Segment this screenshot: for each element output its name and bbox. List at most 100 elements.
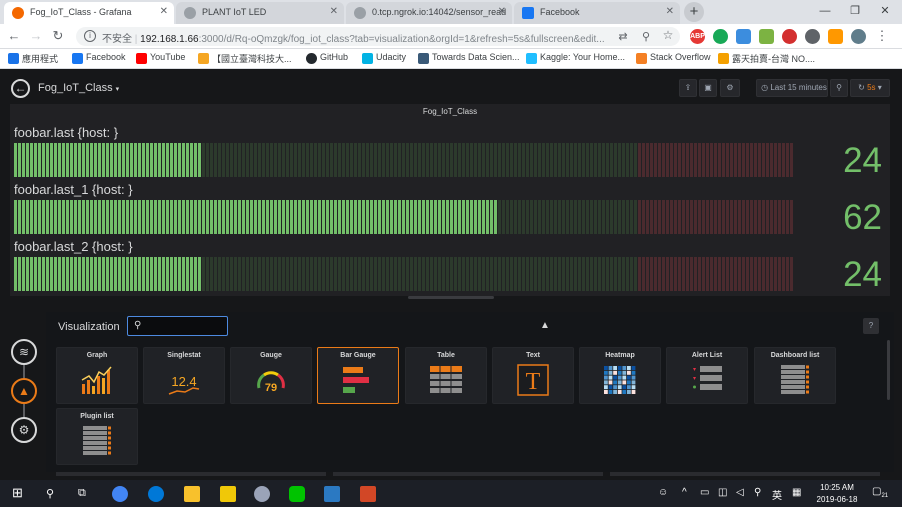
- adblock-icon[interactable]: ABP: [690, 29, 705, 44]
- bookmark-apps[interactable]: 應用程式: [8, 52, 58, 65]
- viz-card-alert-list[interactable]: Alert List: [666, 347, 748, 404]
- file-explorer-icon[interactable]: [184, 486, 200, 502]
- chrome-taskbar-icon[interactable]: [112, 486, 128, 502]
- extension-icon[interactable]: [736, 29, 751, 44]
- panel-title[interactable]: Fog_IoT_Class: [10, 107, 890, 116]
- bookmark-facebook[interactable]: Facebook: [72, 52, 126, 64]
- new-tab-button[interactable]: +: [684, 2, 704, 22]
- close-tab-icon[interactable]: ✕: [330, 6, 338, 17]
- bookmark-towards-data-science[interactable]: Towards Data Scien...: [418, 52, 520, 64]
- gauge-segment: [570, 257, 573, 291]
- people-icon[interactable]: ☺: [658, 487, 668, 498]
- gauge-segment: [514, 257, 517, 291]
- gauge-segment: [638, 143, 641, 177]
- viz-card-text[interactable]: Text T: [492, 347, 574, 404]
- gauge-segment: [526, 143, 529, 177]
- queries-database-icon[interactable]: ≋: [11, 339, 37, 365]
- bookmark-ruten[interactable]: 露天拍賣-台灣 NO....: [718, 52, 815, 65]
- gauge-segment: [330, 143, 333, 177]
- extension-icon[interactable]: [828, 29, 843, 44]
- sticky-notes-icon[interactable]: [220, 486, 236, 502]
- bookmark-stack-overflow[interactable]: Stack Overflow: [636, 52, 711, 64]
- search-icon[interactable]: ⚲: [46, 487, 54, 500]
- volume-icon[interactable]: ◁: [736, 487, 744, 498]
- bookmark-kaggle[interactable]: Kaggle: Your Home...: [526, 52, 625, 64]
- gauge-segment: [270, 200, 273, 234]
- viz-card-graph[interactable]: Graph: [56, 347, 138, 404]
- time-picker-button[interactable]: ◷ Last 15 minutes: [756, 79, 828, 97]
- close-window-icon[interactable]: ✕: [870, 0, 900, 22]
- network-icon[interactable]: ◫: [718, 487, 727, 498]
- options-section-header[interactable]: [333, 472, 603, 476]
- info-icon[interactable]: i: [84, 30, 96, 42]
- settings-gear-icon[interactable]: ⚙: [720, 79, 740, 97]
- zoom-out-icon[interactable]: ⚲: [830, 79, 848, 97]
- back-arrow-icon[interactable]: ←: [6, 28, 22, 43]
- share-icon[interactable]: ⇪: [679, 79, 697, 97]
- save-icon[interactable]: ▣: [699, 79, 717, 97]
- edge-taskbar-icon[interactable]: [148, 486, 164, 502]
- refresh-button[interactable]: ↻ 5s ▾: [850, 79, 890, 97]
- bookmark-ntust[interactable]: 【國立臺灣科技大...: [198, 52, 292, 65]
- help-button[interactable]: ?: [863, 318, 879, 334]
- tab-plant-iot-led[interactable]: PLANT IoT LED ✕: [176, 2, 344, 24]
- back-to-dashboard-icon[interactable]: ←: [11, 79, 30, 98]
- battery-icon[interactable]: ▭: [700, 487, 709, 498]
- visualization-search-input[interactable]: ⚲: [127, 316, 228, 336]
- options-section-header[interactable]: [610, 472, 880, 476]
- viz-card-gauge[interactable]: Gauge 79: [230, 347, 312, 404]
- options-section-header[interactable]: [56, 472, 326, 476]
- close-tab-icon[interactable]: ✕: [160, 6, 168, 17]
- close-tab-icon[interactable]: ✕: [498, 6, 506, 17]
- gauge-segment: [382, 143, 385, 177]
- translate-icon[interactable]: ⇄: [615, 30, 631, 43]
- viz-card-table[interactable]: Table: [405, 347, 487, 404]
- search-icon[interactable]: ⚲: [638, 30, 654, 43]
- panel-resize-handle[interactable]: [408, 296, 494, 299]
- keyboard-icon[interactable]: ▦: [792, 487, 801, 498]
- viz-card-singlestat[interactable]: Singlestat 12.4: [143, 347, 225, 404]
- ime-language[interactable]: 英: [772, 487, 782, 502]
- extension-icon[interactable]: [805, 29, 820, 44]
- powerpoint-icon[interactable]: [360, 486, 376, 502]
- viz-card-dashboard-list[interactable]: Dashboard list: [754, 347, 836, 404]
- general-gear-icon[interactable]: ⚙: [11, 417, 37, 443]
- tab-facebook[interactable]: Facebook ✕: [514, 2, 680, 24]
- dashboard-title[interactable]: Fog_IoT_Class ▾: [38, 82, 119, 94]
- show-hidden-icons-chevron-up-icon[interactable]: ^: [682, 487, 687, 498]
- picker-scrollbar[interactable]: [887, 340, 890, 400]
- viz-card-heatmap[interactable]: Heatmap: [579, 347, 661, 404]
- action-center-icon[interactable]: ▢21: [872, 486, 888, 499]
- bookmark-youtube[interactable]: YouTube: [136, 52, 185, 64]
- gauge-segment: [294, 143, 297, 177]
- gauge-segment: [334, 257, 337, 291]
- star-icon[interactable]: ☆: [660, 28, 676, 42]
- app-taskbar-icon[interactable]: [254, 486, 270, 502]
- input-method-icon[interactable]: ⚲: [754, 487, 761, 498]
- reload-icon[interactable]: ↻: [50, 28, 66, 44]
- menu-icon[interactable]: ⋮: [874, 28, 890, 44]
- minimize-icon[interactable]: —: [810, 0, 840, 22]
- windows-start-icon[interactable]: ⊞: [12, 485, 23, 501]
- extension-icon[interactable]: [713, 29, 728, 44]
- url-field[interactable]: i 不安全 | 192.168.1.66:3000/d/Rq-oQmzgk/fo…: [76, 27, 680, 46]
- tab-grafana[interactable]: Fog_IoT_Class - Grafana ✕: [4, 2, 174, 24]
- visualization-chart-icon[interactable]: ▲: [11, 378, 37, 404]
- collapse-chevron-up-icon[interactable]: ▲: [540, 320, 550, 331]
- viz-card-plugin-list[interactable]: Plugin list: [56, 408, 138, 465]
- taskbar-clock[interactable]: 10:25 AM 2019-06-18: [812, 482, 862, 506]
- vpn-shield-icon[interactable]: [782, 29, 797, 44]
- forward-arrow-icon[interactable]: →: [28, 28, 44, 43]
- tab-ngrok[interactable]: 0.tcp.ngrok.io:14042/sensor_read ✕: [346, 2, 512, 24]
- close-tab-icon[interactable]: ✕: [666, 6, 674, 17]
- gauge-segment: [686, 257, 689, 291]
- maximize-icon[interactable]: ❐: [840, 0, 870, 22]
- bookmark-github[interactable]: GitHub: [306, 52, 348, 64]
- viz-card-bar-gauge[interactable]: Bar Gauge: [317, 347, 399, 404]
- extension-icon[interactable]: [759, 29, 774, 44]
- vscode-icon[interactable]: [324, 486, 340, 502]
- profile-avatar-icon[interactable]: [851, 29, 866, 44]
- task-view-icon[interactable]: ⧉: [78, 487, 86, 500]
- line-app-icon[interactable]: [289, 486, 305, 502]
- bookmark-udacity[interactable]: Udacity: [362, 52, 406, 64]
